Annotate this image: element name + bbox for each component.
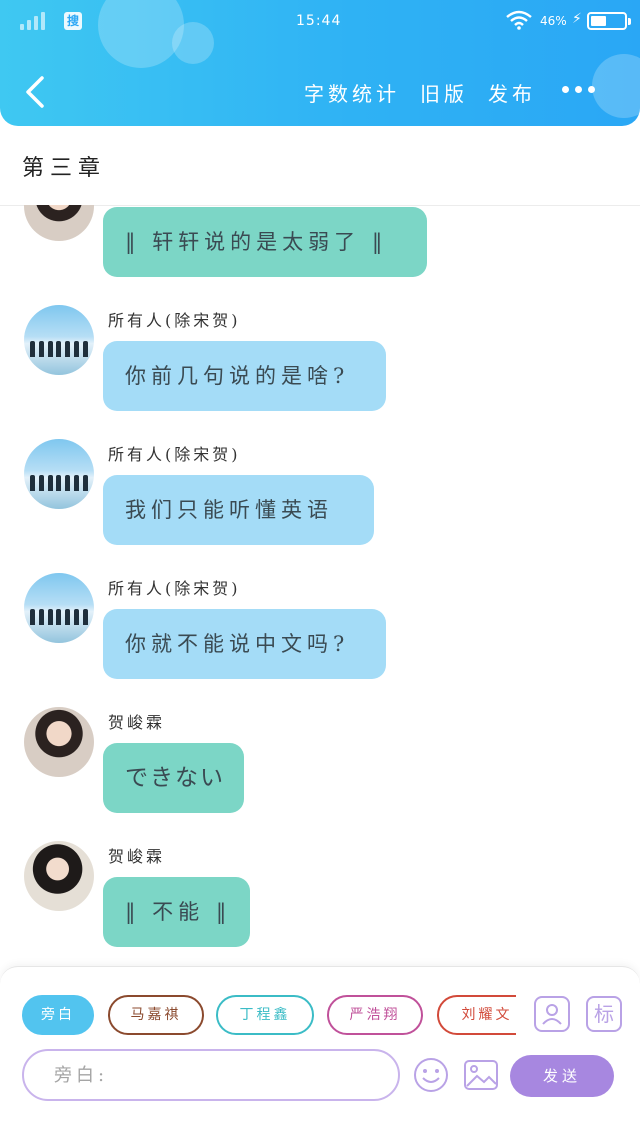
sender-name: 所有人(除宋贺) [108, 311, 241, 330]
avatar[interactable] [24, 439, 94, 509]
message-bubble[interactable]: 你就不能说中文吗? [103, 609, 386, 679]
role-select-button[interactable] [534, 996, 570, 1032]
old-version-button[interactable]: 旧版 [420, 78, 468, 107]
role-chip-ding-chengxin[interactable]: 丁程鑫 [216, 995, 314, 1035]
battery-icon [587, 12, 631, 30]
message-input[interactable] [22, 1049, 400, 1101]
battery-percent: 46% [540, 14, 567, 28]
message-bubble[interactable]: ‖ 轩轩说的是太弱了 ‖ [103, 207, 427, 277]
search-app-icon: 搜 [64, 12, 82, 30]
charging-icon: ⚡ [572, 11, 582, 27]
bottom-safe-area [0, 1102, 640, 1138]
chevron-left-icon [26, 76, 44, 108]
sender-name: 贺峻霖 [108, 847, 166, 866]
person-card-icon [542, 1004, 562, 1025]
avatar[interactable] [24, 305, 94, 375]
sender-name: 所有人(除宋贺) [108, 445, 241, 464]
sender-name: 贺峻霖 [108, 713, 166, 732]
more-dots-icon[interactable] [562, 86, 595, 93]
avatar[interactable] [24, 573, 94, 643]
avatar[interactable] [24, 707, 94, 777]
status-time: 15:44 [296, 13, 342, 29]
tag-button[interactable]: 标 [586, 996, 622, 1032]
message-bubble[interactable]: できない [103, 743, 244, 813]
emoji-button[interactable] [412, 1056, 450, 1094]
status-bar: 搜 15:44 46% ⚡ [0, 0, 640, 44]
role-chip-bar[interactable]: 旁白 马嘉祺 丁程鑫 严浩翔 刘耀文 [22, 995, 516, 1039]
publish-button[interactable]: 发布 [488, 78, 536, 107]
decorative-bubble-right [592, 54, 640, 118]
back-button[interactable] [20, 72, 50, 112]
wifi-icon [506, 10, 532, 33]
sender-name: 所有人(除宋贺) [108, 579, 241, 598]
role-chip-liu-yaowen[interactable]: 刘耀文 [437, 995, 516, 1035]
emoji-icon [414, 1058, 448, 1092]
avatar[interactable] [24, 841, 94, 911]
app-header: 搜 15:44 46% ⚡ 字数统计 旧版 发布 [0, 0, 640, 126]
role-chip-narrator[interactable]: 旁白 [22, 995, 94, 1035]
image-button[interactable] [462, 1056, 500, 1094]
word-count-button[interactable]: 字数统计 [304, 78, 400, 107]
message-list[interactable]: ‖ 轩轩说的是太弱了 ‖ 所有人(除宋贺) 你前几句说的是啥? 所有人(除宋贺)… [0, 205, 640, 965]
message-bubble[interactable]: ‖ 不能 ‖ [103, 877, 250, 947]
avatar[interactable] [24, 205, 94, 241]
message-bubble[interactable]: 你前几句说的是啥? [103, 341, 386, 411]
image-icon [464, 1060, 498, 1090]
role-chip-ma-jiaqi[interactable]: 马嘉祺 [108, 995, 204, 1035]
chapter-title[interactable]: 第三章 [22, 150, 106, 182]
send-button[interactable]: 发送 [510, 1055, 614, 1097]
signal-icon [20, 12, 45, 30]
role-chip-yan-haoxiang[interactable]: 严浩翔 [327, 995, 423, 1035]
tag-label: 标 [594, 1002, 614, 1026]
header-actions: 字数统计 旧版 发布 [304, 78, 536, 107]
battery-level [591, 16, 606, 26]
message-bubble[interactable]: 我们只能听懂英语 [103, 475, 374, 545]
